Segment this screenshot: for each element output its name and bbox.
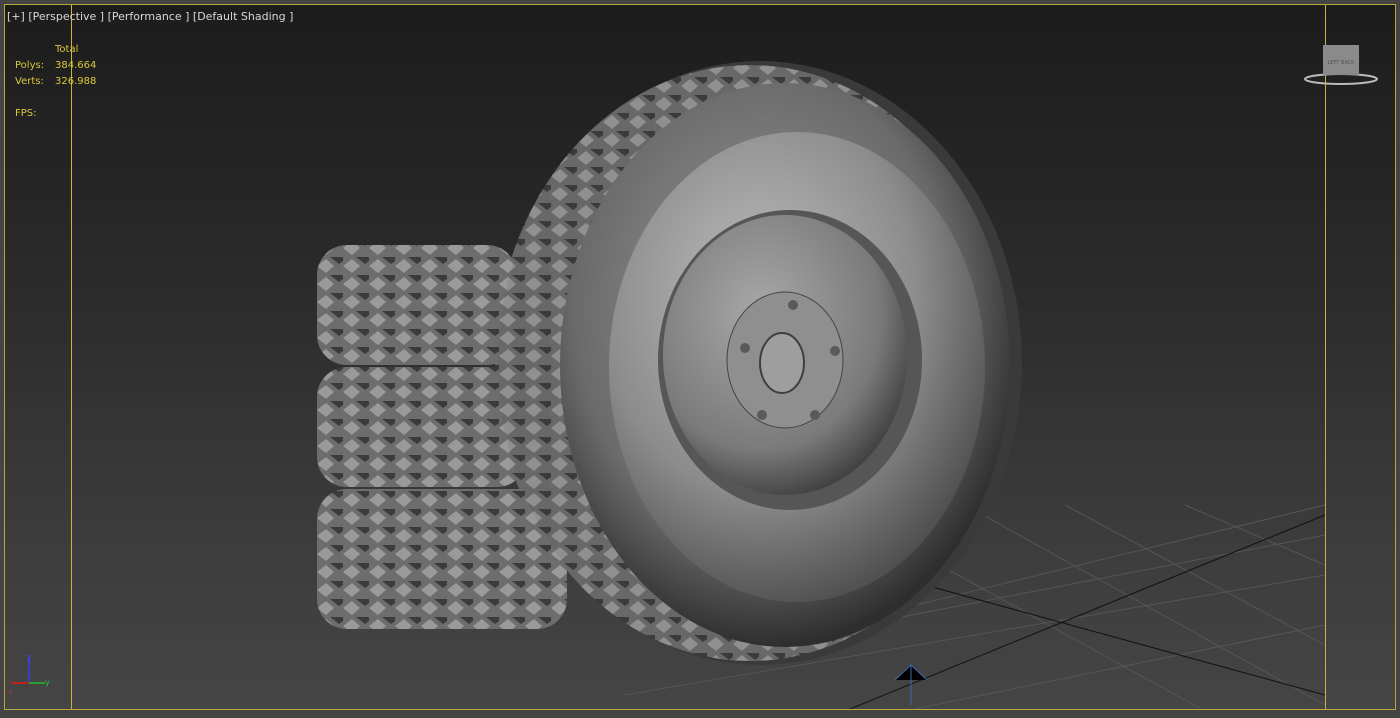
scene-render[interactable] (5, 5, 1396, 710)
viewport-menu-button[interactable]: [+] (7, 10, 25, 23)
svg-text:x: x (9, 688, 13, 695)
front-wheel (495, 61, 1022, 665)
performance-menu[interactable]: [Performance ] (108, 10, 190, 23)
polys-value: 384.664 (55, 60, 97, 71)
verts-value: 326.988 (55, 76, 97, 87)
perspective-viewport[interactable]: [+] [Perspective ] [Performance ] [Defau… (4, 4, 1396, 710)
axis-tripod-icon: z y x (9, 653, 50, 695)
polys-label: Polys: (15, 60, 45, 71)
verts-label: Verts: (15, 76, 44, 87)
grid-origin (894, 664, 928, 705)
svg-text:LEFT BACK: LEFT BACK (1328, 60, 1356, 66)
svg-text:z: z (27, 653, 31, 662)
view-type-menu[interactable]: [Perspective ] (28, 10, 104, 23)
svg-text:y: y (45, 678, 50, 687)
viewcube-icon[interactable]: LEFT BACK (1303, 43, 1379, 89)
stats-header: Total (55, 44, 79, 55)
safe-frame-right (1325, 5, 1326, 709)
statistics-overlay: Total Polys: 384.664 Verts: 326.988 FPS: (15, 42, 96, 122)
viewport-label-menu: [+] [Perspective ] [Performance ] [Defau… (7, 10, 293, 23)
fps-label: FPS: (15, 108, 37, 119)
shading-menu[interactable]: [Default Shading ] (193, 10, 293, 23)
